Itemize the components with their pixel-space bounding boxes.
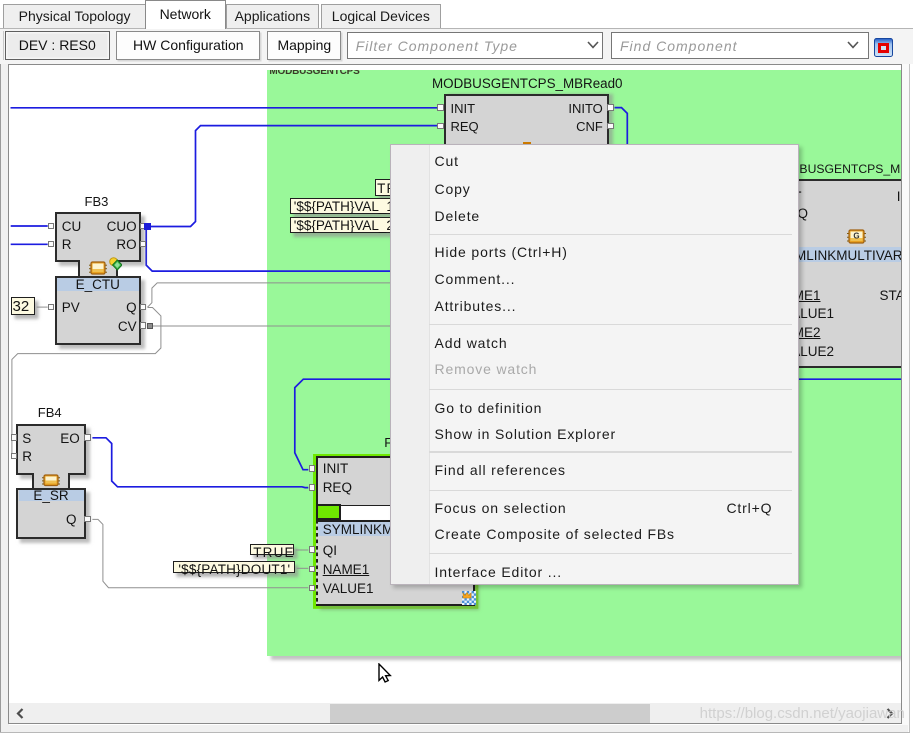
svg-text:G: G [853,232,859,241]
